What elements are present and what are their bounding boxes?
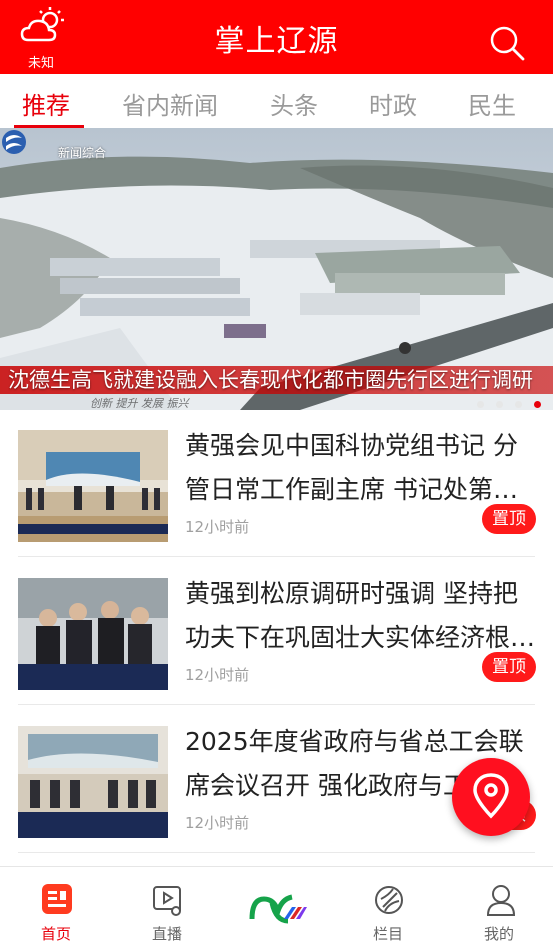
pinned-badge: 置顶 bbox=[482, 504, 536, 534]
pinned-badge: 置顶 bbox=[482, 652, 536, 682]
profile-icon bbox=[486, 885, 516, 916]
carousel-dot-active[interactable] bbox=[534, 401, 541, 408]
news-title[interactable]: 黄强到松原调研时强调 坚持把功夫下在巩固壮大实体经济根基上 bbox=[185, 572, 537, 660]
nav-brand[interactable] bbox=[222, 867, 332, 952]
news-item[interactable]: 黄强会见中国科协党组书记 分管日常工作副主席 书记处第一书记贺军科 12小时前 … bbox=[0, 410, 553, 558]
tab-politics[interactable]: 时政 bbox=[369, 86, 417, 121]
channel-logo-icon bbox=[2, 130, 26, 154]
search-icon[interactable] bbox=[487, 24, 527, 64]
carousel-dot[interactable] bbox=[477, 401, 484, 408]
carousel-dot[interactable] bbox=[496, 401, 503, 408]
category-tabs: 推荐 省内新闻 头条 时政 民生 bbox=[0, 74, 553, 128]
live-icon bbox=[153, 886, 181, 916]
banner-subtitle: 创新 提升 发展 振兴 bbox=[90, 397, 189, 410]
column-icon bbox=[375, 886, 403, 914]
carousel-dot[interactable] bbox=[515, 401, 522, 408]
bottom-navigation: 首页 直播 栏目 我的 bbox=[0, 866, 553, 952]
news-thumbnail bbox=[18, 430, 168, 542]
tab-headlines[interactable]: 头条 bbox=[270, 86, 318, 121]
nav-home-label: 首页 bbox=[40, 925, 71, 943]
news-time: 12小时前 bbox=[185, 518, 250, 536]
divider bbox=[18, 852, 535, 853]
brand-logo-icon bbox=[249, 894, 307, 924]
banner-caption[interactable]: 沈德生高飞就建设融入长春现代化都市圈先行区进行调研 bbox=[8, 364, 538, 394]
home-icon bbox=[42, 884, 72, 914]
news-time: 12小时前 bbox=[185, 666, 250, 684]
nav-profile-label: 我的 bbox=[483, 925, 514, 943]
news-time: 12小时前 bbox=[185, 814, 250, 832]
news-thumbnail bbox=[18, 578, 168, 690]
app-header: 未知 掌上辽源 bbox=[0, 0, 553, 74]
nav-live[interactable]: 直播 bbox=[112, 867, 222, 952]
nav-column[interactable]: 栏目 bbox=[333, 867, 443, 952]
nav-column-label: 栏目 bbox=[372, 925, 403, 943]
carousel-indicator bbox=[465, 393, 541, 408]
divider bbox=[18, 704, 535, 705]
news-thumbnail bbox=[18, 726, 168, 838]
news-title[interactable]: 黄强会见中国科协党组书记 分管日常工作副主席 书记处第一书记贺军科 bbox=[185, 424, 537, 512]
news-item[interactable]: 黄强到松原调研时强调 坚持把功夫下在巩固壮大实体经济根基上 12小时前 置顶 bbox=[0, 558, 553, 706]
featured-banner[interactable]: 新闻综合 沈德生高飞就建设融入长春现代化都市圈先行区进行调研 创新 提升 发展 … bbox=[0, 128, 553, 410]
tab-livelihood[interactable]: 民生 bbox=[468, 86, 516, 121]
divider bbox=[18, 556, 535, 557]
tab-recommend[interactable]: 推荐 bbox=[22, 86, 70, 121]
nav-live-label: 直播 bbox=[151, 925, 182, 943]
nav-profile[interactable]: 我的 bbox=[444, 867, 553, 952]
location-pin-icon bbox=[473, 773, 509, 819]
channel-name: 新闻综合 bbox=[58, 146, 107, 160]
tab-province-news[interactable]: 省内新闻 bbox=[122, 86, 218, 121]
app-title: 掌上辽源 bbox=[214, 24, 339, 59]
nav-home[interactable]: 首页 bbox=[1, 867, 111, 952]
location-button[interactable] bbox=[452, 758, 530, 836]
